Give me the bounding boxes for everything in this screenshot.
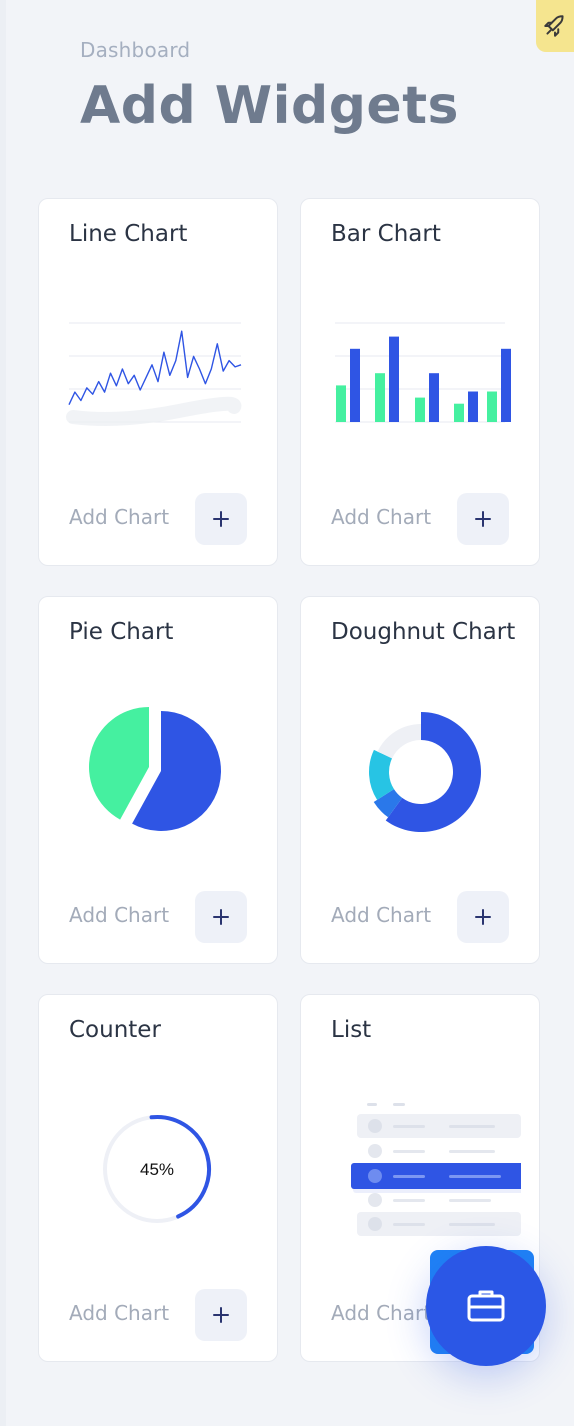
plus-icon	[475, 511, 491, 527]
plus-icon	[213, 1307, 229, 1323]
counter-value: 45%	[140, 1160, 174, 1179]
list-header-mark	[367, 1103, 377, 1106]
list-row-bar	[393, 1175, 425, 1178]
list-row-dot	[368, 1169, 382, 1183]
add-counter-button[interactable]	[195, 1289, 247, 1341]
pie-slice	[88, 707, 149, 820]
rocket-icon	[544, 15, 564, 37]
widget-title: Counter	[69, 1017, 161, 1043]
bar-chart-preview	[335, 322, 511, 423]
list-row-bar	[449, 1125, 495, 1128]
counter-preview: 45%	[103, 1115, 211, 1223]
add-chart-label: Add Chart	[331, 505, 432, 529]
page-title: Add Widgets	[80, 76, 459, 136]
list-row-bar	[393, 1199, 425, 1202]
add-pie-chart-button[interactable]	[195, 891, 247, 943]
list-row-bar	[449, 1199, 491, 1202]
line-chart-preview	[66, 322, 242, 426]
bar-series-1	[487, 391, 497, 422]
widget-card-counter: Counter 45% Add Chart	[38, 994, 278, 1362]
bar-series-1	[415, 397, 425, 422]
list-header-mark	[393, 1103, 405, 1106]
bar-series-2	[468, 391, 478, 422]
list-row-bar	[449, 1150, 495, 1153]
widget-title: Doughnut Chart	[331, 619, 516, 645]
briefcase-icon	[467, 1290, 505, 1322]
add-chart-label: Add Chart	[331, 903, 432, 927]
bar-group	[336, 336, 511, 422]
donut-group	[369, 712, 481, 832]
pie-group	[88, 707, 221, 831]
bar-series-1	[336, 385, 346, 422]
add-chart-label: Add Chart	[69, 903, 170, 927]
rocket-tab[interactable]	[536, 0, 574, 52]
add-line-chart-button[interactable]	[195, 493, 247, 545]
bar-series-2	[501, 348, 511, 422]
widget-card-doughnut-chart: Doughnut Chart Add Chart	[300, 596, 540, 964]
plus-icon	[213, 511, 229, 527]
line-series	[68, 330, 242, 405]
list-row-dot	[368, 1217, 382, 1231]
left-edge	[0, 0, 6, 1426]
plus-icon	[213, 909, 229, 925]
widget-title: Line Chart	[69, 221, 188, 247]
list-preview	[351, 1103, 521, 1236]
floating-action-button[interactable]	[426, 1246, 546, 1366]
doughnut-segment	[377, 724, 421, 759]
list-row-bar	[393, 1125, 425, 1128]
widget-title: Bar Chart	[331, 221, 441, 247]
add-doughnut-chart-button[interactable]	[457, 891, 509, 943]
line-shadow	[66, 396, 242, 426]
list-row-dot	[368, 1144, 382, 1158]
bar-series-2	[350, 348, 360, 422]
widget-card-bar-chart: Bar Chart Add Chart	[300, 198, 540, 566]
add-chart-label: Add Chart	[331, 1301, 432, 1325]
add-chart-label: Add Chart	[69, 1301, 170, 1325]
bar-series-2	[389, 336, 399, 422]
list-row-bar	[449, 1223, 495, 1226]
add-bar-chart-button[interactable]	[457, 493, 509, 545]
plus-icon	[475, 909, 491, 925]
list-row-dot	[368, 1193, 382, 1207]
add-chart-label: Add Chart	[69, 505, 170, 529]
widget-card-pie-chart: Pie Chart Add Chart	[38, 596, 278, 964]
list-row-bar	[393, 1150, 425, 1153]
widget-title: Pie Chart	[69, 619, 174, 645]
bar-series-2	[429, 373, 439, 422]
list-row-dot	[368, 1119, 382, 1133]
bar-series-1	[454, 403, 464, 422]
doughnut-chart-preview	[369, 712, 481, 832]
widget-card-line-chart: Line Chart Add Chart	[38, 198, 278, 566]
widget-title: List	[331, 1017, 372, 1043]
list-row-bar	[449, 1175, 501, 1178]
bar-series-1	[375, 373, 385, 422]
pie-chart-preview	[88, 707, 221, 831]
list-row-bar	[393, 1223, 425, 1226]
breadcrumb[interactable]: Dashboard	[80, 38, 190, 62]
